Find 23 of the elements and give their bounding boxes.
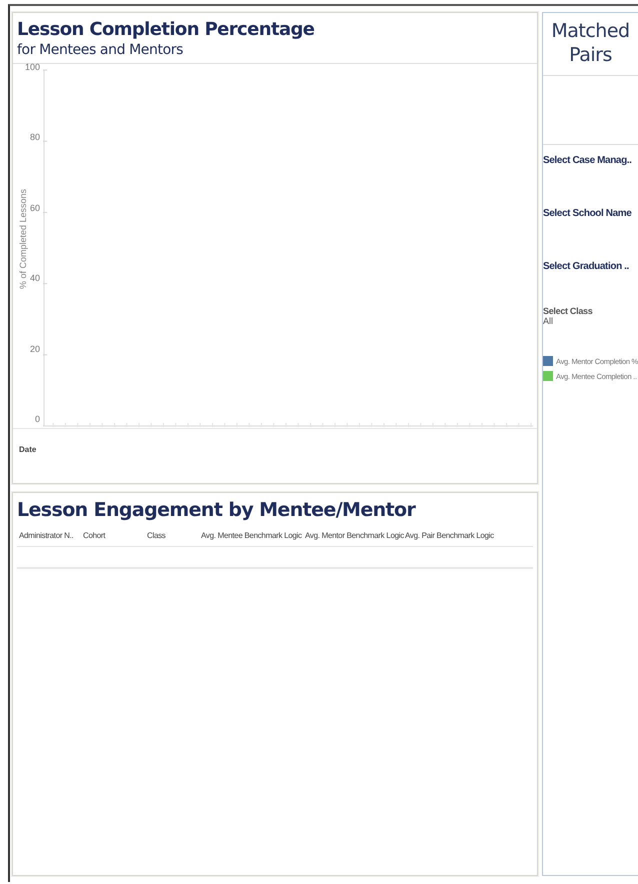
filter-title: Select Case Manag.. <box>543 155 633 166</box>
tick-label: 60 <box>30 202 40 213</box>
tick-label: 80 <box>30 132 40 142</box>
axis-title: Date <box>19 445 36 454</box>
tick-label: 0 <box>34 414 40 424</box>
column-header[interactable]: Avg. Mentor Benchmark Logic <box>305 531 405 540</box>
filter-label: Select Class <box>543 306 594 316</box>
column-header[interactable]: Administrator N.. <box>19 531 83 540</box>
tick-label: 20 <box>30 344 40 354</box>
column-header[interactable]: Avg. Mentee Benchmark Logic <box>201 531 305 540</box>
column-header[interactable]: Avg. Pair Benchmark Logic <box>405 531 535 540</box>
filter-value[interactable]: All <box>543 316 638 326</box>
tick-label: 40 <box>30 273 40 284</box>
filter-title: Select School Name <box>543 208 632 219</box>
column-header[interactable]: Class <box>147 531 201 540</box>
axis-title: % of Completed Lessons <box>18 188 28 292</box>
table-title: Lesson Engagement by Mentee/Mentor <box>17 499 417 521</box>
chart-title: Lesson Completion Percentage <box>17 19 316 41</box>
tick-label: 100 <box>24 62 40 72</box>
chart-subtitle: for Mentees and Mentors <box>17 41 184 59</box>
filter-title: Select Graduation .. <box>543 261 630 272</box>
column-header[interactable]: Cohort <box>83 531 147 540</box>
sidebar-title: Matched Pairs <box>550 19 631 68</box>
